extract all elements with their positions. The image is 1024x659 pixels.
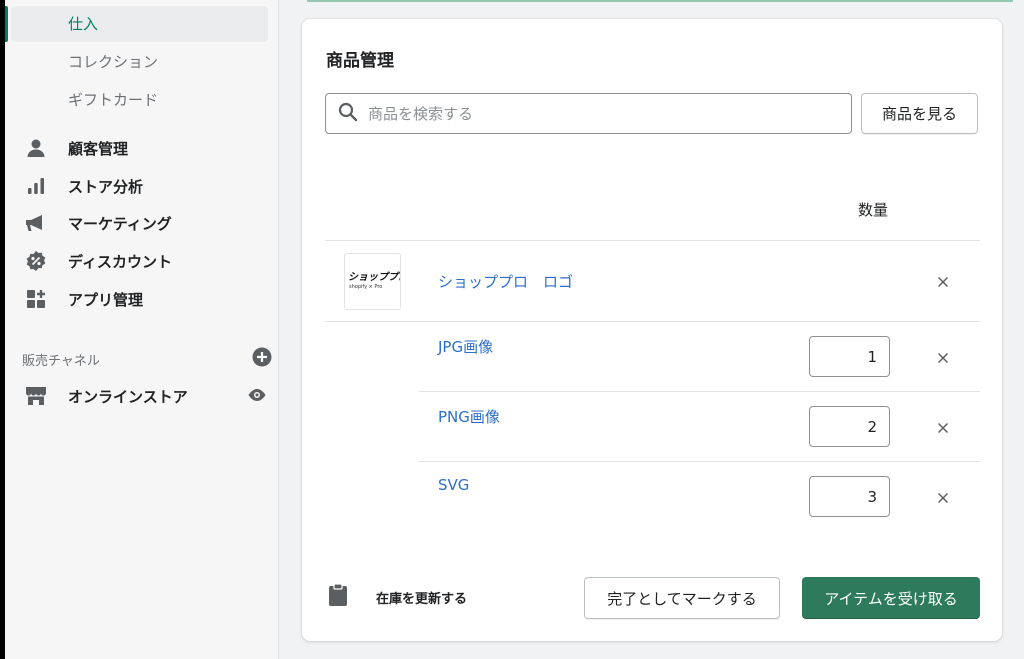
store-icon <box>23 384 49 408</box>
sidebar-item-marketing[interactable]: マーケティング <box>23 207 273 239</box>
receive-items-button[interactable]: アイテムを受け取る <box>802 577 980 619</box>
person-icon <box>23 136 49 160</box>
apps-icon <box>23 287 49 311</box>
sidebar-item-label: ディスカウント <box>68 252 172 271</box>
divider <box>419 461 980 462</box>
view-products-button[interactable]: 商品を見る <box>861 93 978 134</box>
sidebar-subitem-giftcards[interactable]: ギフトカード <box>11 82 268 118</box>
variant-link[interactable]: PNG画像 <box>438 406 500 427</box>
close-icon <box>937 492 949 504</box>
divider <box>325 321 980 322</box>
variant-link[interactable]: JPG画像 <box>438 336 493 357</box>
sidebar-item-label: マーケティング <box>68 214 172 233</box>
sidebar-item-label: アプリ管理 <box>68 290 144 309</box>
product-link[interactable]: ショッププロ ロゴ <box>438 271 573 292</box>
active-indicator <box>5 6 8 42</box>
search-input[interactable] <box>368 104 848 123</box>
main-content: 商品管理 商品を見る 数量 ショッププロ shopify × Pro ショッププ… <box>279 0 1024 659</box>
quantity-input[interactable] <box>809 406 890 447</box>
thumbnail-subtitle: shopify × Pro <box>349 284 383 290</box>
sidebar-item-label: 顧客管理 <box>68 139 129 158</box>
remove-variant-button[interactable] <box>932 417 954 439</box>
update-stock-label: 在庫を更新する <box>376 591 468 607</box>
sidebar-item-online-store[interactable]: オンラインストア <box>23 380 273 412</box>
eye-icon[interactable] <box>247 387 267 407</box>
close-icon <box>937 276 949 288</box>
close-icon <box>937 352 949 364</box>
sidebar-item-discounts[interactable]: ディスカウント <box>23 245 273 277</box>
search-icon <box>338 102 358 126</box>
remove-variant-button[interactable] <box>932 487 954 509</box>
quantity-column-header: 数量 <box>858 201 889 219</box>
sidebar-subitem-collections[interactable]: コレクション <box>11 44 268 80</box>
product-thumbnail: ショッププロ shopify × Pro <box>344 253 401 310</box>
update-stock-toggle[interactable]: 在庫を更新する <box>328 583 467 611</box>
mark-complete-button[interactable]: 完了としてマークする <box>584 577 780 619</box>
sidebar-item-label: ストア分析 <box>68 177 144 196</box>
remove-variant-button[interactable] <box>932 347 954 369</box>
sales-channels-header: 販売チャネル <box>22 347 272 371</box>
clipboard-icon <box>328 583 348 611</box>
discount-icon <box>23 249 49 273</box>
sidebar-item-customers[interactable]: 顧客管理 <box>23 132 273 164</box>
thumbnail-title: ショッププロ <box>348 272 400 283</box>
product-search[interactable] <box>325 93 852 134</box>
close-icon <box>937 422 949 434</box>
sidebar-subitem-purchase[interactable]: 仕入 <box>11 6 268 42</box>
product-management-card: 商品管理 商品を見る 数量 ショッププロ shopify × Pro ショッププ… <box>302 19 1002 641</box>
quantity-input[interactable] <box>809 336 890 377</box>
divider <box>325 240 980 241</box>
sidebar: 仕入 コレクション ギフトカード 顧客管理 ストア分析 マーケティング ディスカ… <box>5 0 279 659</box>
divider <box>419 391 980 392</box>
sidebar-item-label: オンラインストア <box>68 387 188 406</box>
sidebar-item-analytics[interactable]: ストア分析 <box>23 170 273 202</box>
megaphone-icon <box>23 211 49 235</box>
sidebar-item-apps[interactable]: アプリ管理 <box>23 283 273 315</box>
remove-product-button[interactable] <box>932 271 954 293</box>
previous-card-edge <box>307 0 1013 2</box>
card-title: 商品管理 <box>326 51 394 71</box>
quantity-input[interactable] <box>809 476 890 517</box>
variant-link[interactable]: SVG <box>438 476 469 494</box>
bar-chart-icon <box>23 174 49 198</box>
add-channel-icon[interactable] <box>252 347 272 371</box>
sales-channels-heading: 販売チャネル <box>22 353 100 369</box>
